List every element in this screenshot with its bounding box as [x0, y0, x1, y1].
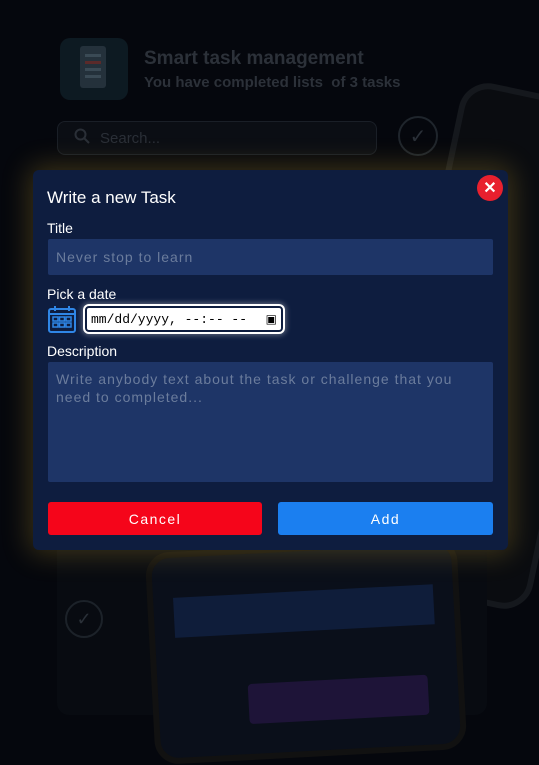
- calendar-icon: [47, 304, 77, 334]
- date-picker-icon[interactable]: ▣: [266, 312, 277, 326]
- search-placeholder: Search...: [100, 129, 161, 147]
- close-button[interactable]: ✕: [477, 175, 503, 201]
- search-icon: [74, 128, 90, 148]
- close-icon: ✕: [483, 180, 497, 197]
- date-time-input[interactable]: mm/dd/yyyy, --:-- -- ▣: [85, 306, 283, 332]
- description-label: Description: [47, 343, 118, 359]
- app-title: Smart task management: [144, 47, 364, 69]
- app-logo: [60, 38, 128, 100]
- title-label: Title: [47, 220, 73, 236]
- app-header: Smart task management You have completed…: [60, 38, 401, 100]
- background-phone: [144, 536, 468, 765]
- add-button[interactable]: Add: [278, 502, 493, 535]
- app-subtitle: You have completed lists of 3 tasks: [144, 73, 401, 91]
- description-input[interactable]: [48, 362, 493, 482]
- date-value: mm/dd/yyyy, --:-- --: [91, 311, 248, 327]
- cancel-button[interactable]: Cancel: [48, 502, 262, 535]
- modal-title: Write a new Task: [47, 188, 176, 207]
- add-task-icon[interactable]: ✓: [398, 116, 438, 156]
- search-bar[interactable]: Search...: [57, 121, 377, 155]
- title-input[interactable]: [48, 239, 493, 275]
- new-task-modal: Write a new Task ✕ Title Pick a date mm/…: [33, 170, 508, 550]
- check-icon: ✓: [65, 600, 103, 638]
- date-label: Pick a date: [47, 286, 117, 302]
